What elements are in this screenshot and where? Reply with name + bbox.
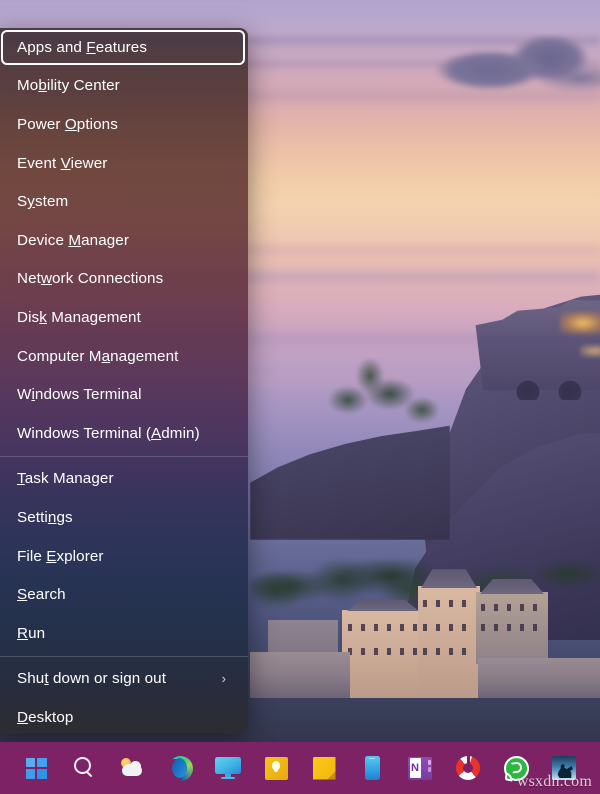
sticky-notes-button[interactable]: [300, 744, 348, 792]
kindle-button[interactable]: [540, 744, 588, 792]
building: [476, 578, 548, 664]
desktop-screen: Apps and Features Mobility Center Power Op…: [0, 0, 600, 794]
menu-item-label: Mobility Center: [17, 77, 120, 95]
castle-arches: [508, 370, 600, 400]
edge-button[interactable]: [156, 744, 204, 792]
castle-light: [580, 345, 600, 357]
building: [418, 569, 480, 698]
widgets-button[interactable]: [108, 744, 156, 792]
onenote-button[interactable]: N: [396, 744, 444, 792]
menu-item-device-manager[interactable]: Device Manager: [0, 221, 248, 260]
menu-item-label: Power Options: [17, 115, 118, 133]
weather-icon: [119, 757, 145, 779]
menu-item-label: Desktop: [17, 708, 74, 726]
menu-item-label: Search: [17, 586, 66, 604]
village-buildings: [250, 560, 600, 698]
tips-bulb-icon: [264, 756, 288, 780]
phone-icon: [364, 756, 380, 780]
menu-item-label: Shut down or sign out: [17, 670, 167, 688]
sticky-note-icon: [312, 756, 336, 780]
menu-item-label: Apps and Features: [17, 38, 148, 56]
window-row: [423, 648, 475, 655]
window-row: [423, 600, 475, 607]
menu-item-shut-down-or-sign-out[interactable]: Shut down or sign out ›: [0, 660, 248, 699]
menu-separator: [0, 455, 248, 457]
menu-item-label: System: [17, 193, 69, 211]
menu-item-computer-management[interactable]: Computer Management: [0, 337, 248, 376]
edge-icon: [164, 755, 193, 781]
rampart-wall: [478, 658, 600, 698]
window-row: [348, 624, 418, 631]
menu-item-label: Run: [17, 624, 46, 642]
menu-item-label: Event Viewer: [17, 154, 108, 172]
menu-item-task-manager[interactable]: Task Manager: [0, 460, 248, 499]
red-ring-icon: [456, 756, 480, 780]
kindle-icon: [552, 756, 576, 780]
menu-item-settings[interactable]: Settings: [0, 498, 248, 537]
menu-item-power-options[interactable]: Power Options: [0, 105, 248, 144]
building: [342, 599, 424, 698]
menu-item-windows-terminal[interactable]: Windows Terminal: [0, 375, 248, 414]
window-row: [348, 648, 418, 655]
phone-link-button[interactable]: [348, 744, 396, 792]
window-row: [481, 624, 543, 631]
menu-separator: [0, 655, 248, 657]
taskbar[interactable]: N: [0, 742, 600, 794]
menu-item-list: Apps and Features Mobility Center Power Op…: [0, 28, 248, 733]
menu-item-label: Settings: [17, 508, 73, 526]
menu-item-label: Windows Terminal (Admin): [17, 424, 200, 442]
task-view-button[interactable]: [204, 744, 252, 792]
vantage-button[interactable]: [444, 744, 492, 792]
dark-cloud: [430, 36, 600, 102]
menu-item-label: Task Manager: [17, 470, 114, 488]
tips-button[interactable]: [252, 744, 300, 792]
castle-light: [560, 312, 600, 334]
whatsapp-icon: [503, 755, 529, 782]
menu-item-label: Disk Management: [17, 308, 141, 326]
task-view-icon: [215, 757, 241, 779]
menu-item-windows-terminal-admin[interactable]: Windows Terminal (Admin): [0, 414, 248, 453]
menu-item-label: Computer Management: [17, 347, 179, 365]
menu-item-system[interactable]: System: [0, 182, 248, 221]
search-icon: [72, 756, 96, 780]
menu-item-run[interactable]: Run: [0, 614, 248, 653]
window-row: [423, 624, 475, 631]
menu-item-desktop[interactable]: Desktop: [0, 698, 248, 733]
window-row: [481, 604, 543, 611]
menu-item-label: File Explorer: [17, 547, 104, 565]
start-button[interactable]: [12, 744, 60, 792]
menu-item-file-explorer[interactable]: File Explorer: [0, 537, 248, 576]
menu-item-network-connections[interactable]: Network Connections: [0, 260, 248, 299]
menu-item-apps-and-features[interactable]: Apps and Features: [0, 28, 248, 67]
menu-item-event-viewer[interactable]: Event Viewer: [0, 144, 248, 183]
rampart-wall: [250, 652, 350, 698]
search-button[interactable]: [60, 744, 108, 792]
menu-item-label: Windows Terminal: [17, 386, 142, 404]
menu-item-label: Device Manager: [17, 231, 129, 249]
menu-item-disk-management[interactable]: Disk Management: [0, 298, 248, 337]
menu-item-mobility-center[interactable]: Mobility Center: [0, 67, 248, 106]
chevron-right-icon: ›: [221, 671, 226, 687]
onenote-icon: N: [408, 756, 432, 780]
menu-item-search[interactable]: Search: [0, 575, 248, 614]
quick-link-context-menu[interactable]: Apps and Features Mobility Center Power Op…: [0, 28, 248, 733]
menu-item-label: Network Connections: [17, 270, 164, 288]
windows-logo-icon: [25, 757, 47, 779]
whatsapp-button[interactable]: [492, 744, 540, 792]
